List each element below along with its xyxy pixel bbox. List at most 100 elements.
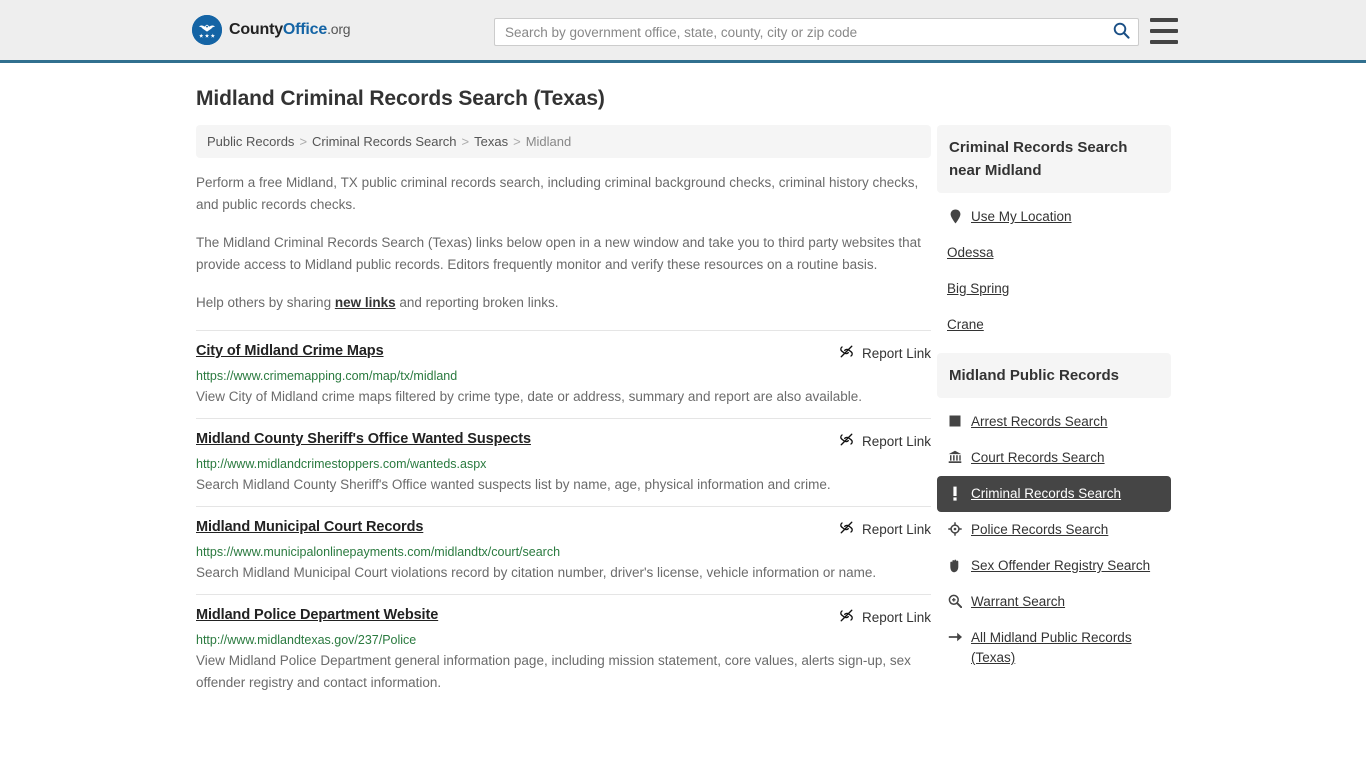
broken-link-icon [839,520,854,538]
result-description: View Midland Police Department general i… [196,653,911,690]
report-link-button[interactable]: Report Link [839,607,931,626]
menu-bar-3 [1150,40,1178,44]
result-title-link[interactable]: Midland County Sheriff's Office Wanted S… [196,431,531,447]
result-item: Midland County Sheriff's Office Wanted S… [196,418,931,506]
sidebar-item-use-my-location[interactable]: Use My Location [937,199,1171,235]
intro-paragraph-2: The Midland Criminal Records Search (Tex… [196,235,921,272]
report-link-label: Report Link [861,345,931,361]
intro-paragraph-1: Perform a free Midland, TX public crimin… [196,175,919,212]
result-header: Midland Municipal Court Records Report L… [196,519,931,538]
breadcrumb-item-public-records[interactable]: Public Records [207,134,294,149]
breadcrumb: Public Records > Criminal Records Search > T… [196,125,931,158]
sidebar-item-label: Sex Offender Registry Search [971,558,1151,573]
breadcrumb-item-criminal-records-search[interactable]: Criminal Records Search [312,134,457,149]
arrow-right-icon [947,628,963,646]
search-icon [1113,22,1130,42]
map-pin-icon [947,207,963,225]
logo-text-county: County [229,21,283,38]
result-title-link[interactable]: City of Midland Crime Maps [196,343,384,359]
broken-link-icon [839,344,854,362]
sidebar-item-court-records-search[interactable]: Court Records Search [937,440,1171,476]
result-url: http://www.midlandcrimestoppers.com/want… [196,457,487,471]
sidebar-item-big-spring[interactable]: Big Spring [937,271,1171,307]
result-item: Midland Police Department Website Report… [196,594,931,704]
breadcrumb-separator-3: > [513,134,521,149]
broken-link-icon [839,432,854,450]
sidebar-item-label: Court Records Search [971,450,1105,465]
site-header: CountyOffice.org [0,0,1366,63]
hamburger-menu-icon[interactable] [1150,18,1178,44]
intro-text: Perform a free Midland, TX public crimin… [196,172,931,314]
sidebar-item-label: Criminal Records Search [971,486,1122,501]
report-link-button[interactable]: Report Link [839,343,931,362]
result-header: Midland Police Department Website Report… [196,607,931,626]
search-input[interactable] [495,19,1104,45]
search-button[interactable] [1104,19,1138,45]
breadcrumb-separator-2: > [461,134,470,149]
sidebar-item-all-midland-public-records[interactable]: All Midland Public Records (Texas) [937,620,1171,676]
sidebar-item-label: Arrest Records Search [971,414,1108,429]
result-description: Search Midland County Sheriff's Office w… [196,477,831,492]
broken-link-icon [839,608,854,626]
report-link-button[interactable]: Report Link [839,519,931,538]
sidebar-item-police-records-search[interactable]: Police Records Search [937,512,1171,548]
result-header: City of Midland Crime Maps Report Link [196,343,931,362]
sidebar-nearby-list: Use My Location Odessa Big Spring Crane [937,193,1171,343]
result-header: Midland County Sheriff's Office Wanted S… [196,431,931,450]
square-icon [947,412,963,430]
report-link-label: Report Link [861,433,931,449]
sidebar-item-label: Warrant Search [971,594,1066,609]
logo-text-org: .org [327,21,351,37]
sidebar-item-crane[interactable]: Crane [937,307,1171,343]
page-title: Midland Criminal Records Search (Texas) [196,87,605,110]
sidebar-item-odessa[interactable]: Odessa [937,235,1171,271]
intro-paragraph-3: Help others by sharing new links and rep… [196,292,931,314]
menu-bar-1 [1150,18,1178,22]
report-link-button[interactable]: Report Link [839,431,931,450]
intro-p3-before: Help others by sharing [196,295,335,310]
result-description: View City of Midland crime maps filtered… [196,389,863,404]
result-item: Midland Municipal Court Records Report L… [196,506,931,594]
report-link-label: Report Link [861,521,931,537]
result-url: https://www.municipalonlinepayments.com/… [196,545,561,559]
search-bar[interactable] [494,18,1139,46]
sidebar-item-label: Crane [947,317,984,332]
sidebar-item-label: Big Spring [947,281,1010,296]
main-content: Public Records > Criminal Records Search > T… [196,125,931,704]
eagle-seal-icon [192,15,222,45]
sidebar-public-records-heading: Midland Public Records [937,353,1171,398]
hand-icon [947,556,963,574]
result-url: http://www.midlandtexas.gov/237/Police [196,633,417,647]
breadcrumb-item-midland: Midland [525,134,572,149]
magnifier-plus-icon [947,592,963,610]
site-logo-text: CountyOffice.org [229,21,351,39]
site-logo[interactable]: CountyOffice.org [192,15,351,45]
sidebar-public-records-list: Arrest Records Search Court Records Sear… [937,398,1171,676]
report-link-label: Report Link [861,609,931,625]
sidebar-panel-nearby: Criminal Records Search near Midland Use… [937,125,1171,343]
logo-text-office: Office [282,21,328,38]
sidebar-item-warrant-search[interactable]: Warrant Search [937,584,1171,620]
intro-p3-after: and reporting broken links. [395,295,559,310]
sidebar-item-label: Odessa [947,245,994,260]
breadcrumb-item-texas[interactable]: Texas [474,134,508,149]
result-url: https://www.crimemapping.com/map/tx/midl… [196,369,458,383]
sidebar-item-label: Police Records Search [971,522,1109,537]
sidebar-item-criminal-records-search[interactable]: Criminal Records Search [937,476,1171,512]
exclamation-icon [947,484,963,502]
menu-bar-2 [1150,29,1178,33]
sidebar-nearby-heading: Criminal Records Search near Midland [937,125,1171,193]
sidebar-item-sex-offender-registry-search[interactable]: Sex Offender Registry Search [937,548,1171,584]
sidebar-item-label: All Midland Public Records (Texas) [971,630,1132,665]
crosshair-icon [947,520,963,538]
page-body: Midland Criminal Records Search (Texas) … [0,87,1366,704]
result-title-link[interactable]: Midland Municipal Court Records [196,519,423,535]
result-item: City of Midland Crime Maps Report Link h… [196,330,931,418]
result-description: Search Midland Municipal Court violation… [196,565,877,580]
sidebar-panel-public-records: Midland Public Records Arrest Records Se… [937,353,1171,676]
new-links-link[interactable]: new links [335,295,396,310]
sidebar-item-arrest-records-search[interactable]: Arrest Records Search [937,404,1171,440]
result-title-link[interactable]: Midland Police Department Website [196,607,438,623]
sidebar: Criminal Records Search near Midland Use… [937,125,1171,686]
sidebar-item-label: Use My Location [971,209,1072,224]
